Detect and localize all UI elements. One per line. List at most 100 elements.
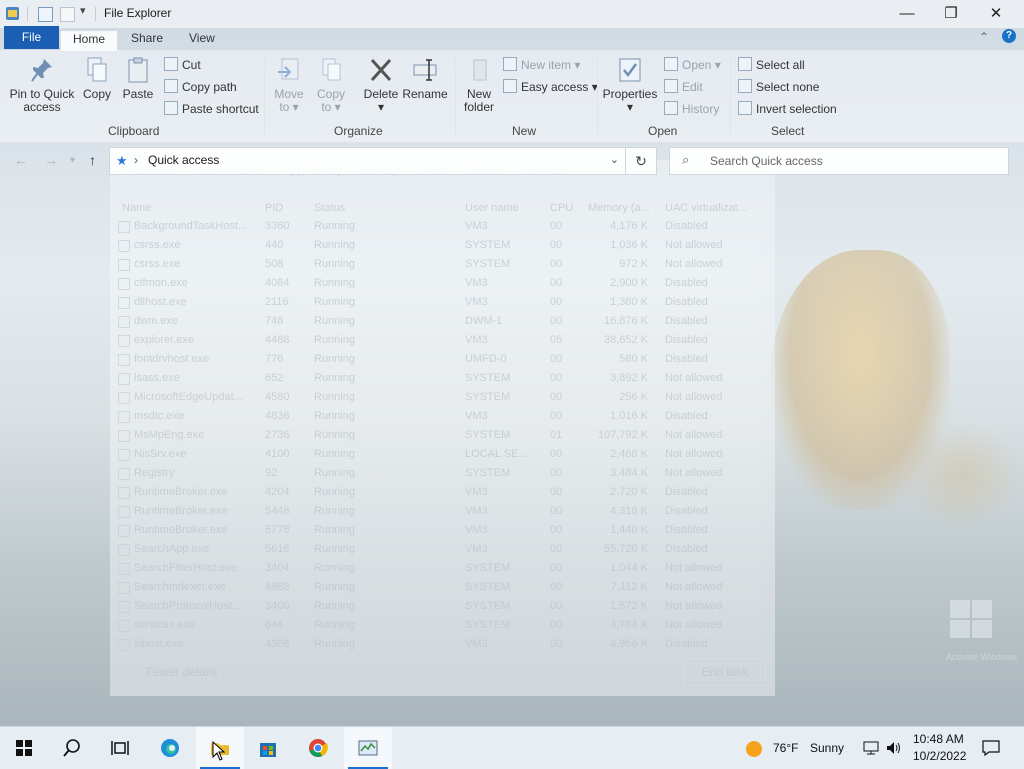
task-manager-icon [358,740,378,756]
volume-icon[interactable] [885,740,901,756]
new-folder-icon [473,59,487,81]
customize-quick-access-toolbar-icon[interactable]: ▾ [80,4,86,17]
windows-logo-icon [16,740,32,756]
breadcrumb-separator-icon[interactable]: › [134,153,138,167]
copy-path-button[interactable]: Copy path [164,79,237,94]
group-label-select: Select [771,124,805,138]
select-all-button[interactable]: Select all [738,57,805,72]
help-icon[interactable]: ? [1002,29,1016,43]
search-icon: ⌕ [682,152,690,167]
store-icon [260,743,276,757]
tab-home[interactable]: Home [60,30,118,51]
recent-locations-chevron-icon[interactable]: ▾ [70,155,75,166]
edge-icon [161,739,179,757]
chrome-taskbar-button[interactable] [294,727,342,769]
task-view-icon [111,741,129,755]
weather-condition[interactable]: Sunny [810,741,844,755]
copy-to-button[interactable]: Copy to ▾ [312,56,350,114]
paste-icon [128,57,148,83]
address-path[interactable]: Quick access [148,153,219,167]
select-none-button[interactable]: Select none [738,79,819,94]
new-folder-quick-icon[interactable] [60,7,75,22]
rename-icon [413,59,437,81]
group-label-new: New [512,124,537,138]
delete-button[interactable]: Delete ▾ [361,56,401,114]
forward-arrow-icon[interactable]: → [44,152,58,168]
scissors-icon [164,57,178,71]
cut-button[interactable]: Cut [164,57,201,72]
minimize-button[interactable]: — [884,0,930,28]
copy-icon [87,57,107,82]
clock-date[interactable]: 10/2/2022 [913,749,966,763]
search-box[interactable]: ⌕ Search Quick access [669,147,1009,175]
close-button[interactable]: ✕ [973,0,1019,28]
invert-selection-button[interactable]: Invert selection [738,101,837,116]
pin-icon [31,59,52,82]
paste-shortcut-button[interactable]: Paste shortcut [164,101,259,116]
notification-center-icon[interactable] [982,740,1000,756]
paste-shortcut-icon [164,101,178,115]
paste-button[interactable]: Paste [120,56,156,101]
properties-check-icon [619,58,641,82]
history-button[interactable]: History [664,101,719,116]
store-taskbar-button[interactable] [244,727,292,769]
address-bar[interactable]: ★ › Quick access ⌄ [109,147,626,175]
tab-file[interactable]: File [4,26,59,49]
properties-button[interactable]: Properties ▾ [602,56,658,114]
pin-to-quick-access-button[interactable]: Pin to Quick access [8,56,76,114]
search-icon [63,739,80,757]
clock-time[interactable]: 10:48 AM [913,732,964,746]
title-bar: ▾ File Explorer — ❐ ✕ [0,0,1024,28]
back-arrow-icon[interactable]: ← [14,152,28,168]
task-manager-taskbar-button[interactable] [344,727,392,769]
properties-quick-icon[interactable] [38,7,53,22]
edge-taskbar-button[interactable] [146,727,194,769]
up-arrow-icon[interactable]: ↑ [89,152,96,168]
task-view-button[interactable] [96,727,144,769]
invert-selection-icon [738,101,752,115]
move-to-button[interactable]: Move to ▾ [270,56,308,114]
select-none-icon [738,79,752,93]
new-item-icon [503,57,517,71]
refresh-icon: ↻ [635,153,647,169]
refresh-button[interactable]: ↻ [625,147,657,175]
history-icon [664,101,678,115]
delete-x-icon [370,58,392,82]
minimize-ribbon-icon[interactable]: ⌃ [979,30,989,44]
address-history-chevron-icon[interactable]: ⌄ [610,153,619,166]
mouse-cursor-icon [212,741,226,761]
file-explorer-app-icon [6,7,19,20]
tab-view[interactable]: View [189,30,215,50]
edit-button[interactable]: Edit [664,79,703,94]
file-explorer-taskbar-button[interactable] [196,727,244,769]
window-title: File Explorer [104,6,172,20]
select-all-icon [738,57,752,71]
start-button[interactable] [0,727,48,769]
copy-button[interactable]: Copy [80,56,114,101]
new-item-button[interactable]: New item ▾ [503,57,580,72]
open-icon [664,57,678,71]
group-label-clipboard: Clipboard [108,124,160,138]
easy-access-button[interactable]: Easy access ▾ [503,79,598,94]
edit-icon [664,79,678,93]
open-button[interactable]: Open ▾ [664,57,721,72]
file-explorer-window: ▾ File Explorer — ❐ ✕ File Home Share Vi… [0,0,1024,726]
search-taskbar-button[interactable] [48,727,96,769]
quick-access-star-icon: ★ [116,153,128,168]
rename-button[interactable]: Rename [402,56,448,101]
group-label-open: Open [648,124,678,138]
easy-access-icon [503,79,517,93]
maximize-button[interactable]: ❐ [928,0,974,28]
new-folder-button[interactable]: New folder [458,56,500,114]
weather-temperature[interactable]: 76°F [773,741,798,755]
copy-path-icon [164,79,178,93]
chrome-icon [309,739,328,757]
move-to-icon [278,58,299,80]
group-label-organize: Organize [334,124,383,138]
taskbar: 76°F Sunny 10:48 AM 10/2/2022 [0,726,1024,769]
tab-share[interactable]: Share [131,30,163,50]
copy-to-icon [322,58,341,81]
search-placeholder[interactable]: Search Quick access [710,154,823,168]
sun-weather-icon[interactable] [745,740,763,758]
network-icon[interactable] [863,741,879,755]
